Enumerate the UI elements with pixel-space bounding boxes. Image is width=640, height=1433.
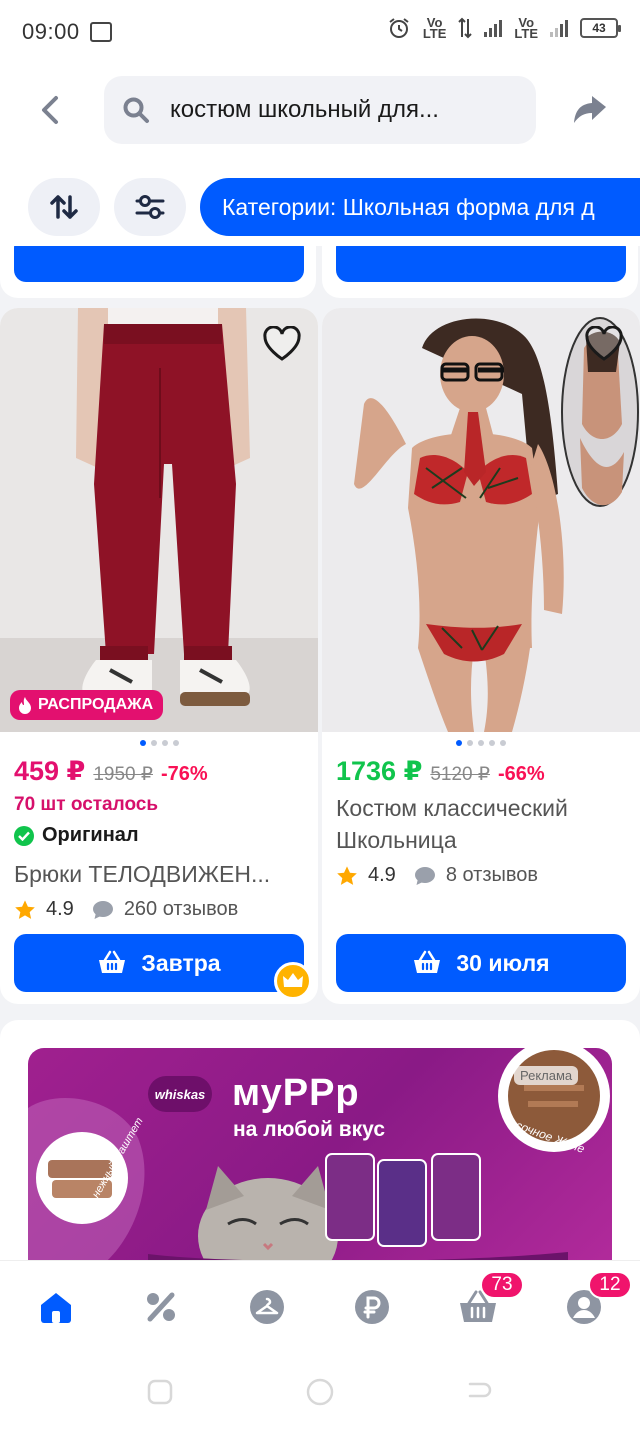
bottom-navigation: 73 12 [0,1260,640,1350]
original-text: Оригинал [42,824,139,846]
star-icon [15,899,35,919]
sale-badge: РАСПРОДАЖА [10,690,164,720]
rating-row: 4.9 260 отзывов [14,898,238,921]
sliders-icon [135,195,165,219]
discount-percent: -66% [498,763,545,785]
ad-label: Реклама [514,1066,579,1085]
previous-buy-button-right[interactable] [336,246,626,282]
back-button[interactable] [28,88,72,132]
delivery-buy-button[interactable]: 30 июля [336,934,626,992]
chevron-left-icon [42,96,58,124]
premium-crown-icon [274,962,312,1000]
search-header: костюм школьный для... [0,72,640,148]
favorite-button[interactable] [582,322,626,366]
volte-icon: Vo LTE [422,15,447,41]
share-button[interactable] [568,88,612,132]
nav-discounts[interactable] [137,1285,185,1329]
cart-badge: 73 [480,1271,524,1299]
reviews-count: 260 отзывов [123,898,239,920]
ad-card: whiskas муРРр на любой вкус Реклама нежн… [0,1020,640,1260]
heart-icon [585,326,623,361]
battery-icon: 43 [580,18,621,38]
delivery-buy-button[interactable]: Завтра [14,934,304,992]
product-feed: РАСПРОДАЖА 459 ₽ 1950 ₽ -76% 70 шт остал… [0,246,640,1260]
image-pager [0,740,318,746]
previous-card-left [0,246,316,298]
sale-badge-label: РАСПРОДАЖА [38,696,154,713]
rating-value: 4.9 [368,864,396,886]
product-image[interactable]: РАСПРОДАЖА [0,308,318,732]
nav-cart[interactable]: 73 [454,1271,524,1329]
pants-photo [0,308,318,732]
current-price: 1736 ₽ [336,756,423,786]
sort-button[interactable] [28,178,100,236]
nav-home[interactable] [32,1285,80,1329]
product-image[interactable] [322,308,640,732]
share-arrow-icon [574,96,606,123]
home-icon [41,1293,71,1323]
profile-badge: 12 [588,1271,632,1299]
costume-photo [322,308,640,732]
ad-banner[interactable]: whiskas муРРр на любой вкус Реклама нежн… [28,1048,612,1260]
search-icon [123,97,149,123]
discount-percent: -76% [160,763,208,785]
category-filter-chip[interactable]: Категории: Школьная форма для д [200,178,640,236]
nav-catalog[interactable] [243,1285,291,1329]
ad-subline: на любой вкус [233,1118,385,1141]
basket-icon [414,950,441,973]
comment-icon [92,900,113,919]
filter-row: Категории: Школьная форма для д [0,176,640,238]
previous-card-right [322,246,638,298]
search-query: костюм школьный для... [170,96,439,123]
search-input[interactable]: костюм школьный для... [104,76,536,144]
status-bar: 09:00 Vo LTE Vo LTE 43 [0,0,640,64]
heart-icon [263,326,301,361]
delivery-label: 30 июля [456,949,550,976]
catalog-icon [250,1290,284,1324]
volte-icon-2: Vo LTE [514,15,538,41]
nav-profile[interactable]: 12 [560,1271,632,1329]
previous-buy-button-left[interactable] [14,246,304,282]
check-circle-icon [14,825,34,846]
product-card[interactable]: РАСПРОДАЖА 459 ₽ 1950 ₽ -76% 70 шт остал… [0,308,318,1004]
whiskas-logo: whiskas [148,1076,212,1112]
delivery-label: Завтра [141,949,221,976]
old-price: 5120 ₽ [430,764,490,785]
back-system-icon[interactable] [466,1378,494,1406]
rating-value: 4.9 [46,898,74,920]
price-row: 1736 ₽ 5120 ₽ -66% [336,756,545,787]
status-time: 09:00 [22,19,80,44]
ad-headline: муРРр [232,1072,360,1114]
rating-row: 4.9 8 отзывов [336,864,538,887]
alarm-icon [389,18,409,38]
product-card[interactable]: 1736 ₽ 5120 ₽ -66% Костюм классический Ш… [322,308,640,1004]
fire-icon [19,697,31,714]
basket-icon [99,950,126,973]
star-icon [337,865,357,885]
data-arrows-icon [458,17,473,39]
signal-4g-icon [484,19,503,37]
system-navigation [0,1350,640,1433]
reviews-count: 8 отзывов [445,864,539,886]
old-price: 1950 ₽ [93,764,153,785]
ruble-icon [355,1290,389,1324]
nav-finance[interactable] [348,1285,396,1329]
stock-left: 70 шт осталось [14,794,159,815]
recent-apps-icon[interactable] [146,1378,174,1406]
product-title[interactable]: Костюм классический Школьница [336,792,632,856]
status-icons: Vo LTE Vo LTE 43 [387,15,621,41]
comment-icon [414,866,435,885]
filters-button[interactable] [114,178,186,236]
image-pager [322,740,640,746]
product-title[interactable]: Брюки ТЕЛОДВИЖЕН... [14,858,310,890]
percent-icon [147,1292,175,1322]
original-label: Оригинал [14,824,139,847]
notification-icon [89,22,112,42]
current-price: 459 ₽ [14,756,86,786]
signal-icon [550,19,568,37]
price-row: 459 ₽ 1950 ₽ -76% [14,756,208,787]
home-system-icon[interactable] [306,1378,334,1406]
sort-arrows-icon [50,195,78,219]
favorite-button[interactable] [260,322,304,366]
